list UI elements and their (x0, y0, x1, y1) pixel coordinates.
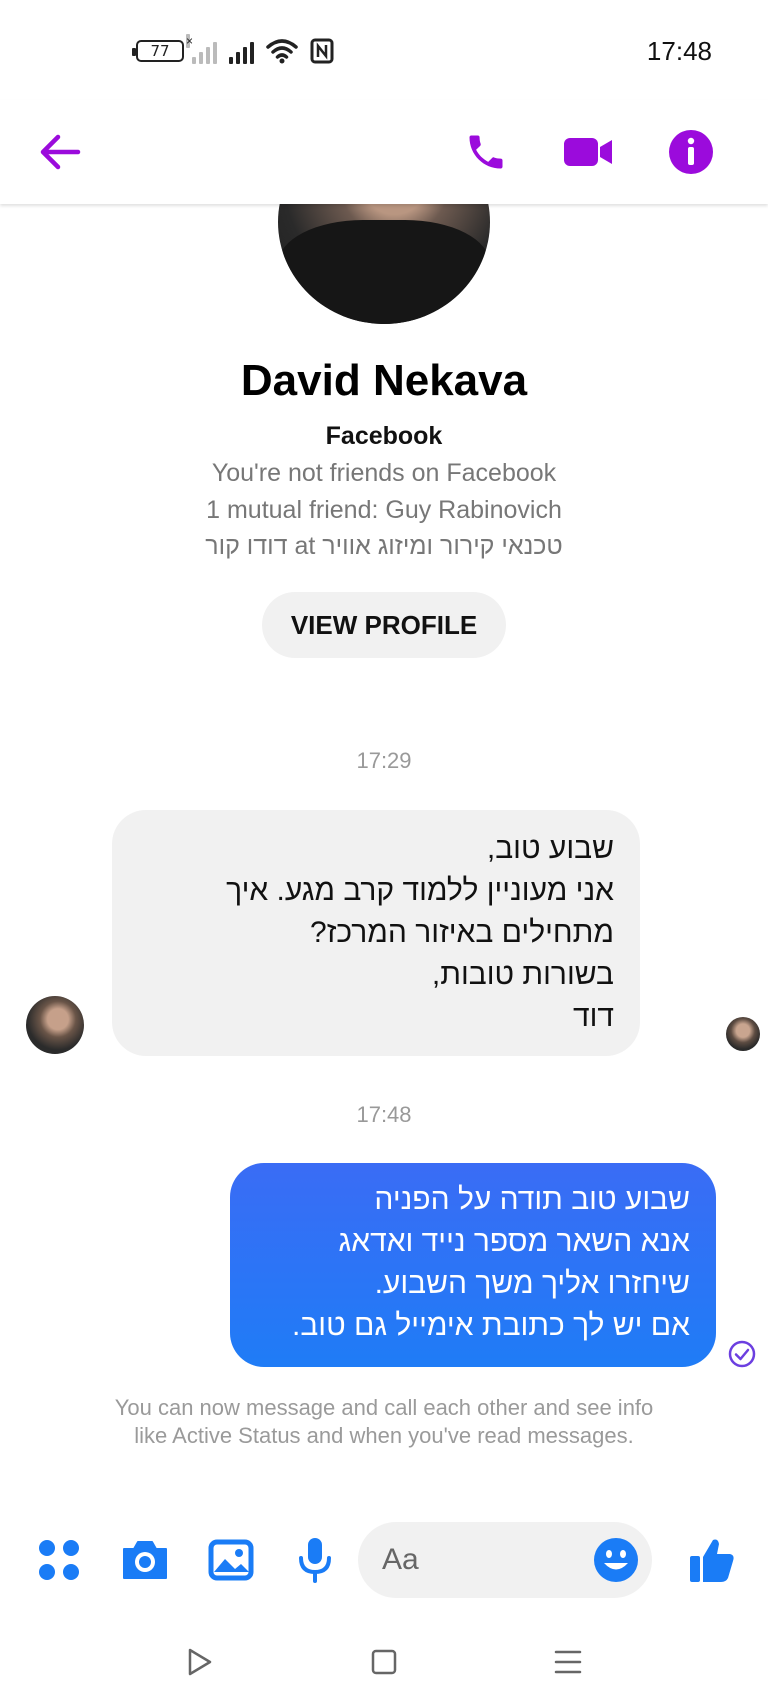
gallery-icon[interactable] (199, 1528, 263, 1592)
phone-icon[interactable] (456, 122, 516, 182)
status-bar: 77 × 17:48 (0, 0, 768, 100)
thumbs-up-icon[interactable] (680, 1528, 744, 1592)
sent-check-icon (728, 1340, 756, 1368)
system-navbar (0, 1620, 768, 1707)
signal-icons: × (186, 34, 334, 64)
message-timestamp: 17:29 (356, 748, 412, 773)
sender-avatar[interactable] (26, 996, 84, 1054)
message-timestamp: 17:48 (356, 1102, 412, 1127)
camera-icon[interactable] (113, 1528, 177, 1592)
status-time: 17:48 (646, 36, 712, 66)
read-receipt-avatar (726, 1017, 760, 1051)
profile-mutual-friends: 1 mutual friend: Guy Rabinovich (206, 496, 562, 524)
signal-sim1-icon: × (186, 34, 217, 64)
connection-notice: You can now message and call each other … (114, 1395, 654, 1448)
outgoing-message[interactable]: שבוע טוב תודה על הפניה אנא השאר מספר ניי… (230, 1163, 716, 1367)
battery-icon: 77 (132, 40, 184, 62)
message-input[interactable] (382, 1522, 582, 1598)
info-icon[interactable] (661, 122, 721, 182)
emoji-icon[interactable] (592, 1536, 640, 1584)
profile-name: David Nekava (240, 356, 528, 405)
signal-sim2-icon (229, 40, 254, 64)
microphone-icon[interactable] (283, 1528, 347, 1592)
apps-grid-icon[interactable] (27, 1528, 91, 1592)
profile-work: דודו קור at טכנאי קירור ומיזוג אוויר (205, 532, 563, 560)
view-profile-button[interactable]: VIEW PROFILE (262, 592, 506, 658)
menu-lines-icon[interactable] (543, 1640, 593, 1684)
profile-platform: Facebook (325, 422, 443, 450)
home-square-icon[interactable] (359, 1640, 409, 1684)
chat-header (0, 100, 768, 204)
message-composer (0, 1510, 768, 1610)
video-camera-icon[interactable] (558, 122, 618, 182)
incoming-message[interactable]: שבוע טוב, אני מעוניין ללמוד קרב מגע. איך… (112, 810, 640, 1056)
back-triangle-icon[interactable] (174, 1640, 224, 1684)
nfc-icon (310, 38, 334, 64)
profile-friendship-status: You're not friends on Facebook (211, 459, 557, 487)
back-arrow-icon[interactable] (30, 122, 90, 182)
message-input-container (358, 1522, 652, 1598)
wifi-icon (266, 39, 298, 64)
